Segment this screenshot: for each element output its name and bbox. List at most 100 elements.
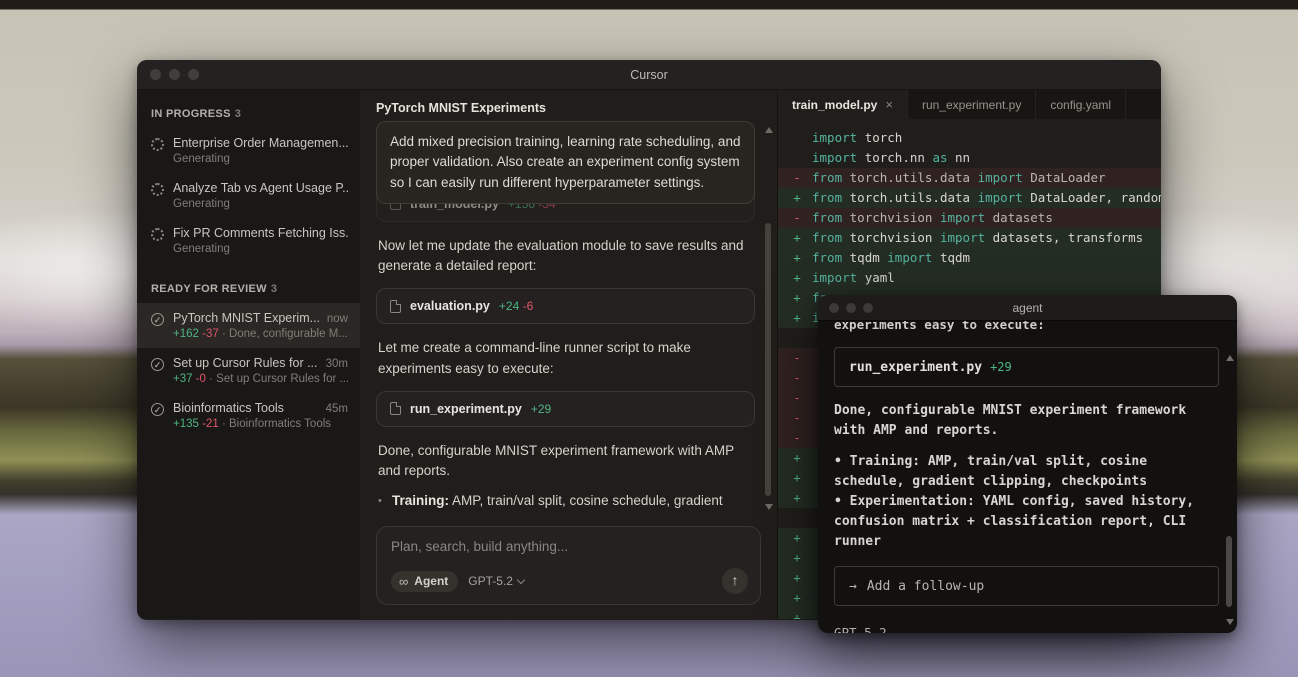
agent-mode-pill[interactable]: ∞ Agent [391,570,459,592]
model-selector[interactable]: GPT-5.2 [468,574,526,588]
diff-plus-icon: + [793,310,801,325]
scroll-up-icon[interactable] [1226,355,1234,361]
code-line: + from torch.utils.data import DataLoader… [778,188,1161,208]
item-title: Set up Cursor Rules for ... [173,356,318,370]
bullet-training: • Training: AMP, train/val split, cosine… [834,454,1148,489]
assistant-paragraph: Let me create a command-line runner scri… [378,340,691,376]
titlebar: Cursor [137,60,1161,90]
agent-model-label[interactable]: GPT-5.2 [834,622,1219,633]
sidebar-item-enterprise-order[interactable]: Enterprise Order Managemen... Generating [137,128,360,173]
item-title: Bioinformatics Tools [173,401,284,415]
file-card-run-experiment[interactable]: run_experiment.py +29 [834,347,1219,387]
item-time: now [326,313,348,325]
file-card-evaluation[interactable]: evaluation.py +24 -6 [376,288,755,325]
diff-plus-icon: + [793,570,801,585]
spinner-icon [151,183,164,196]
chat-scrollbar[interactable] [762,123,774,514]
diff-plus-icon: + [793,490,801,505]
bullet-dot: • [378,495,382,508]
sidebar-item-bioinformatics[interactable]: ✓ Bioinformatics Tools 45m +135 -21 · Bi… [137,393,360,438]
item-time: 30m [325,358,348,370]
editor-tabbar: train_model.py × run_experiment.py confi… [778,90,1161,119]
close-tab-icon[interactable]: × [885,97,893,112]
code-text: import yaml [812,270,895,285]
item-title: Analyze Tab vs Agent Usage P... [173,181,348,195]
send-button[interactable]: ↑ [722,568,748,594]
agent-scrollbar[interactable] [1223,351,1235,629]
section-count: 3 [270,283,278,295]
chat-title: PyTorch MNIST Experiments [376,101,546,115]
clipped-paragraph: experiments easy to execute: [834,321,1045,332]
spinner-icon [151,228,164,241]
file-diff-stats: +24 -6 [498,299,534,314]
agent-window: agent experiments easy to execute: run_e… [818,295,1237,633]
chat-panel: PyTorch MNIST Experiments Add mixed prec… [360,90,777,619]
code-text: from torch.utils.data import DataLoader,… [812,190,1161,205]
code-line: + import yaml [778,268,1161,288]
scroll-up-icon[interactable] [765,127,773,133]
tab-run-experiment[interactable]: run_experiment.py [908,90,1037,119]
agent-body: experiments easy to execute: run_experim… [818,321,1237,633]
diff-minus-icon: - [793,350,801,365]
sidebar-item-analyze-tab[interactable]: Analyze Tab vs Agent Usage P... Generati… [137,173,360,218]
item-status: Generating [173,243,230,255]
code-text: from torchvision import datasets, transf… [812,230,1144,245]
tab-train-model[interactable]: train_model.py × [778,90,908,119]
item-stats: +135 -21 · Bioinformatics Tools [173,418,332,430]
file-diff-stats: +29 [990,360,1012,374]
agent-titlebar: agent [818,295,1237,321]
scroll-down-icon[interactable] [765,504,773,510]
item-status: Generating [173,198,230,210]
diff-gutter [790,148,804,168]
scrollbar-thumb[interactable] [765,223,771,496]
code-text: import torch [812,130,903,145]
code-text: from torchvision import datasets [812,210,1053,225]
item-stats: +162 -37 · Done, configurable M... [173,328,348,340]
user-message: Add mixed precision training, learning r… [376,121,755,204]
sidebar: IN PROGRESS 3 Enterprise Order Managemen.… [137,90,360,619]
item-time: 45m [325,403,348,415]
tab-label: run_experiment.py [921,97,1022,112]
summary-bullets: • Training: AMP, train/val split, cosine… [378,491,753,516]
code-line: - from torchvision import datasets [778,208,1161,228]
check-circle-icon: ✓ [151,403,164,416]
scroll-down-icon[interactable] [1226,619,1234,625]
file-icon [390,299,401,313]
code-line: + from torchvision import datasets, trans… [778,228,1161,248]
code-text: import torch.nn as nn [812,150,971,165]
window-title: Cursor [630,67,668,82]
agent-summary: Done, configurable MNIST experiment fram… [834,403,1187,438]
section-header-in-progress: IN PROGRESS 3 [137,102,360,128]
item-title: Fix PR Comments Fetching Iss... [173,226,348,240]
agent-bullets: • Training: AMP, train/val split, cosine… [834,452,1219,552]
agent-window-title: agent [1012,300,1043,315]
diff-gutter [790,128,804,148]
sidebar-item-fix-pr-comments[interactable]: Fix PR Comments Fetching Iss... Generati… [137,218,360,263]
scrollbar-thumb[interactable] [1226,536,1232,607]
file-card-run-experiment[interactable]: run_experiment.py +29 [376,390,755,427]
followup-input[interactable]: → Add a follow-up [834,566,1219,606]
item-status: Generating [173,153,230,165]
agent-mode-label: Agent [414,574,449,588]
code-line: + from tqdm import tqdm [778,248,1161,268]
infinity-icon: ∞ [399,573,409,589]
tab-config-yaml[interactable]: config.yaml [1036,90,1127,119]
diff-plus-icon: + [793,450,801,465]
assistant-paragraph: Now let me update the evaluation module … [378,237,744,273]
item-title: PyTorch MNIST Experim... [173,311,321,325]
diff-minus-icon: - [793,430,801,445]
chat-input-placeholder[interactable]: Plan, search, build anything... [391,539,748,554]
file-icon [390,402,401,416]
chat-input-box[interactable]: Plan, search, build anything... ∞ Agent … [376,526,761,605]
model-label: GPT-5.2 [468,574,513,588]
diff-plus-icon: + [793,190,801,205]
sidebar-item-pytorch-mnist[interactable]: ✓ PyTorch MNIST Experim... now +162 -37 … [137,303,360,348]
sidebar-item-cursor-rules[interactable]: ✓ Set up Cursor Rules for ... 30m +37 -0… [137,348,360,393]
file-name: evaluation.py [410,299,490,314]
item-stats: +37 -0 · Set up Cursor Rules for ... [173,373,348,385]
diff-plus-icon: + [793,290,801,305]
diff-gutter [790,508,804,528]
code-line: - from torch.utils.data import DataLoader [778,168,1161,188]
agent-footer: GPT-5.2 / for commands · @ for files [834,622,1219,633]
section-header-ready-for-review: READY FOR REVIEW 3 [137,277,360,303]
